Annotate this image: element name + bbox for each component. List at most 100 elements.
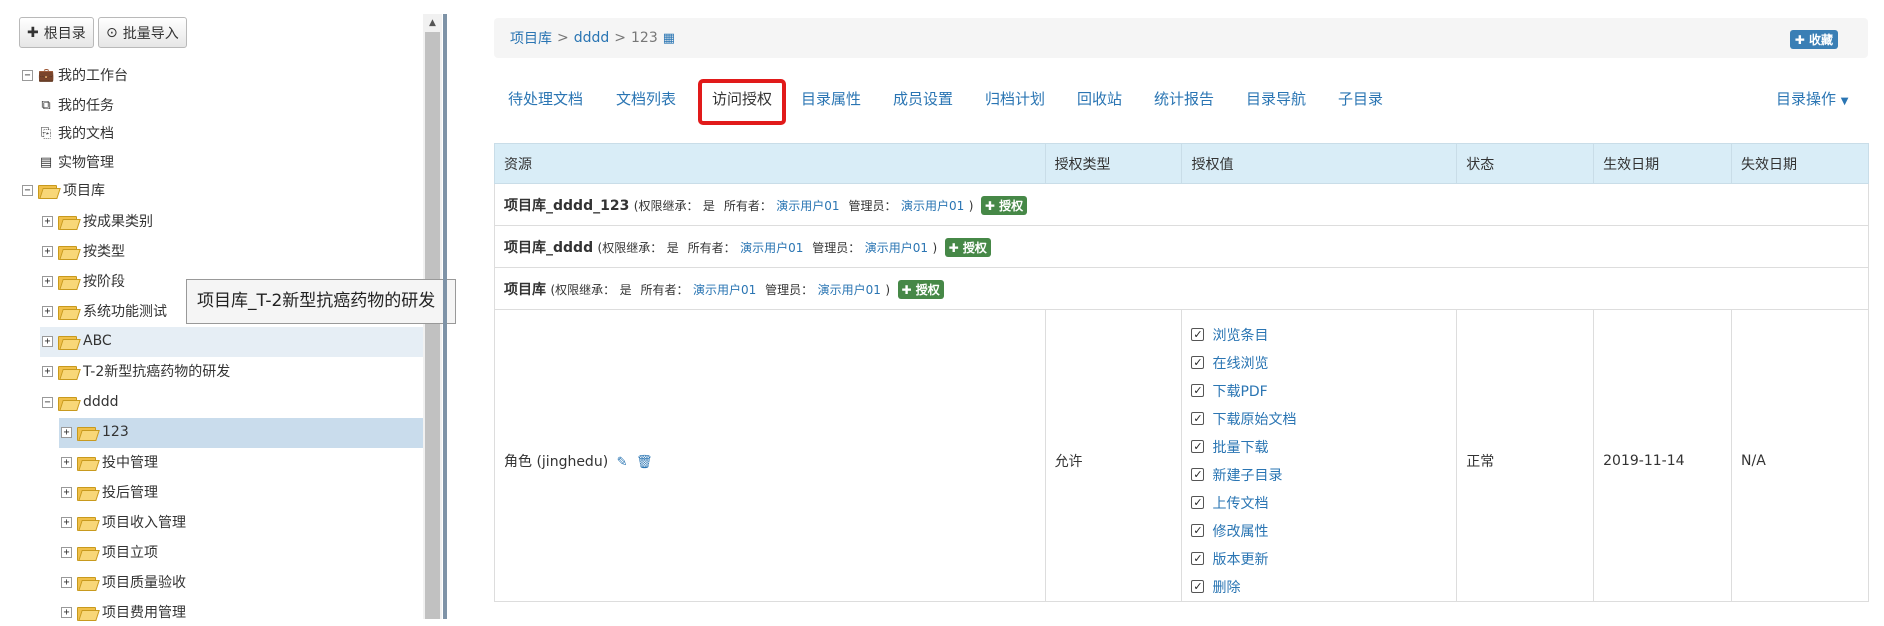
tree-item-t2[interactable]: + T-2新型抗癌药物的研发 bbox=[42, 357, 230, 385]
panel-splitter[interactable] bbox=[443, 14, 447, 619]
owner-link[interactable]: 演示用户01 bbox=[740, 241, 803, 255]
checkbox-checked-icon[interactable]: ✓ bbox=[1191, 524, 1205, 537]
expand-icon[interactable]: + bbox=[61, 426, 72, 438]
perm-item[interactable]: ✓ 在线浏览 bbox=[1191, 349, 1456, 377]
perm-item[interactable]: ✓ 下载PDF bbox=[1191, 377, 1456, 405]
tree-item-invest-mid[interactable]: + 投中管理 bbox=[61, 448, 158, 476]
breadcrumb-dddd[interactable]: dddd bbox=[574, 30, 610, 46]
grant-button[interactable]: ✚ 授权 bbox=[897, 279, 944, 299]
collect-button[interactable]: ✚ 收藏 bbox=[1789, 30, 1838, 49]
tree-item-workbench[interactable]: − 💼 我的工作台 bbox=[22, 61, 128, 89]
perm-label[interactable]: 在线浏览 bbox=[1212, 353, 1268, 373]
tab-pending[interactable]: 待处理文档 bbox=[508, 82, 583, 122]
checkbox-checked-icon[interactable]: ✓ bbox=[1191, 412, 1205, 425]
perm-label[interactable]: 浏览条目 bbox=[1212, 325, 1268, 345]
grant-button[interactable]: ✚ 授权 bbox=[980, 195, 1028, 215]
checkbox-checked-icon[interactable]: ✓ bbox=[1191, 384, 1205, 397]
expand-icon[interactable]: + bbox=[42, 275, 53, 287]
checkbox-checked-icon[interactable]: ✓ bbox=[1191, 496, 1205, 509]
tree-item-project-lib[interactable]: − 项目库 bbox=[22, 176, 105, 204]
expand-icon[interactable]: + bbox=[61, 546, 72, 558]
tree-item-tasks[interactable]: ⧉ 我的任务 bbox=[38, 91, 114, 119]
tab-recycle[interactable]: 回收站 bbox=[1077, 82, 1122, 122]
perm-label[interactable]: 新建子目录 bbox=[1212, 465, 1282, 485]
checkbox-checked-icon[interactable]: ✓ bbox=[1191, 468, 1205, 481]
breadcrumb-project-lib[interactable]: 项目库 bbox=[510, 28, 552, 48]
perm-label[interactable]: 下载PDF bbox=[1212, 381, 1267, 401]
collapse-icon[interactable]: − bbox=[42, 396, 53, 408]
checkbox-checked-icon[interactable]: ✓ bbox=[1191, 328, 1205, 341]
collapse-icon[interactable]: − bbox=[22, 69, 33, 81]
perm-label[interactable]: 修改属性 bbox=[1212, 521, 1268, 541]
perm-label[interactable]: 版本更新 bbox=[1212, 549, 1268, 569]
edit-icon[interactable]: ✎ bbox=[617, 455, 628, 470]
expand-icon[interactable]: + bbox=[61, 576, 72, 588]
perm-item[interactable]: ✓ 批量下载 bbox=[1191, 433, 1456, 461]
dir-ops-dropdown[interactable]: 目录操作 ▼ bbox=[1776, 82, 1849, 122]
folder-open-icon bbox=[77, 425, 96, 441]
batch-import-button[interactable]: ⊙ 批量导入 bbox=[98, 17, 187, 48]
tree-item-dddd[interactable]: − dddd bbox=[42, 388, 119, 416]
close-paren: ) bbox=[885, 282, 891, 297]
expand-icon[interactable]: + bbox=[61, 456, 72, 468]
expand-icon[interactable]: + bbox=[42, 365, 53, 377]
perm-item[interactable]: ✓ 浏览条目 bbox=[1191, 321, 1456, 349]
expand-icon[interactable]: + bbox=[42, 305, 53, 317]
expand-icon[interactable]: + bbox=[42, 335, 53, 347]
qrcode-icon[interactable]: ▦ bbox=[663, 31, 675, 46]
checkbox-checked-icon[interactable]: ✓ bbox=[1191, 356, 1205, 369]
root-dir-button[interactable]: ✚ 根目录 bbox=[19, 17, 94, 48]
tree-item-invest-after[interactable]: + 投后管理 bbox=[61, 478, 158, 506]
tree-scrollbar-thumb[interactable] bbox=[425, 32, 440, 619]
admin-link[interactable]: 演示用户01 bbox=[818, 283, 881, 297]
tab-access[interactable]: 访问授权 bbox=[698, 79, 787, 125]
inherit-label: (权限继承： bbox=[633, 198, 699, 213]
checkbox-checked-icon[interactable]: ✓ bbox=[1191, 440, 1205, 453]
expand-icon[interactable]: + bbox=[61, 516, 72, 528]
collapse-icon[interactable]: − bbox=[22, 184, 33, 196]
checkbox-checked-icon[interactable]: ✓ bbox=[1191, 552, 1205, 565]
tree-item-by-stage[interactable]: + 按阶段 bbox=[42, 267, 125, 295]
tree-item-by-result[interactable]: + 按成果类别 bbox=[42, 207, 153, 235]
grant-button[interactable]: ✚ 授权 bbox=[944, 237, 991, 257]
perm-item[interactable]: ✓ 版本更新 bbox=[1191, 545, 1456, 573]
expand-icon[interactable]: + bbox=[42, 245, 53, 257]
tree-tooltip: 项目库_T-2新型抗癌药物的研发 bbox=[186, 279, 456, 324]
expand-icon[interactable]: + bbox=[42, 215, 53, 227]
expand-icon[interactable]: + bbox=[61, 486, 72, 498]
trash-icon[interactable]: 🗑 bbox=[636, 455, 653, 470]
perm-label[interactable]: 删除 bbox=[1212, 577, 1240, 597]
tab-props[interactable]: 目录属性 bbox=[801, 82, 861, 122]
tab-archive[interactable]: 归档计划 bbox=[985, 82, 1045, 122]
tree-item-cost[interactable]: + 项目费用管理 bbox=[61, 598, 186, 626]
perm-item[interactable]: ✓ 下载原始文档 bbox=[1191, 405, 1456, 433]
tree-item-by-type[interactable]: + 按类型 bbox=[42, 237, 125, 265]
tree-item-setup[interactable]: + 项目立项 bbox=[61, 538, 158, 566]
tree-item-docs[interactable]: ⎘ 我的文档 bbox=[38, 119, 114, 147]
tab-subdir[interactable]: 子目录 bbox=[1338, 82, 1383, 122]
perm-item[interactable]: ✓ 删除 bbox=[1191, 573, 1456, 601]
perm-label[interactable]: 批量下载 bbox=[1212, 437, 1268, 457]
tree-item-physical[interactable]: ▤ 实物管理 bbox=[38, 148, 114, 176]
tab-members[interactable]: 成员设置 bbox=[893, 82, 953, 122]
perm-item[interactable]: ✓ 上传文档 bbox=[1191, 489, 1456, 517]
perm-item[interactable]: ✓ 新建子目录 bbox=[1191, 461, 1456, 489]
tab-nav[interactable]: 目录导航 bbox=[1246, 82, 1306, 122]
checkbox-checked-icon[interactable]: ✓ bbox=[1191, 580, 1205, 593]
tab-stats[interactable]: 统计报告 bbox=[1154, 82, 1214, 122]
tree-item-quality[interactable]: + 项目质量验收 bbox=[61, 568, 186, 596]
tab-doclist[interactable]: 文档列表 bbox=[616, 82, 676, 122]
tree-item-123[interactable]: + 123 bbox=[61, 418, 129, 446]
expand-icon[interactable]: + bbox=[61, 606, 72, 618]
tree-item-func-test[interactable]: + 系统功能测试 bbox=[42, 297, 167, 325]
owner-link[interactable]: 演示用户01 bbox=[693, 283, 756, 297]
tree-item-abc[interactable]: + ABC bbox=[42, 327, 112, 355]
owner-link[interactable]: 演示用户01 bbox=[776, 199, 839, 213]
tree-item-income[interactable]: + 项目收入管理 bbox=[61, 508, 186, 536]
admin-link[interactable]: 演示用户01 bbox=[865, 241, 928, 255]
perm-label[interactable]: 下载原始文档 bbox=[1212, 409, 1296, 429]
scroll-up-arrow-icon[interactable]: ▲ bbox=[423, 14, 442, 32]
perm-label[interactable]: 上传文档 bbox=[1212, 493, 1268, 513]
perm-item[interactable]: ✓ 修改属性 bbox=[1191, 517, 1456, 545]
admin-link[interactable]: 演示用户01 bbox=[901, 199, 964, 213]
